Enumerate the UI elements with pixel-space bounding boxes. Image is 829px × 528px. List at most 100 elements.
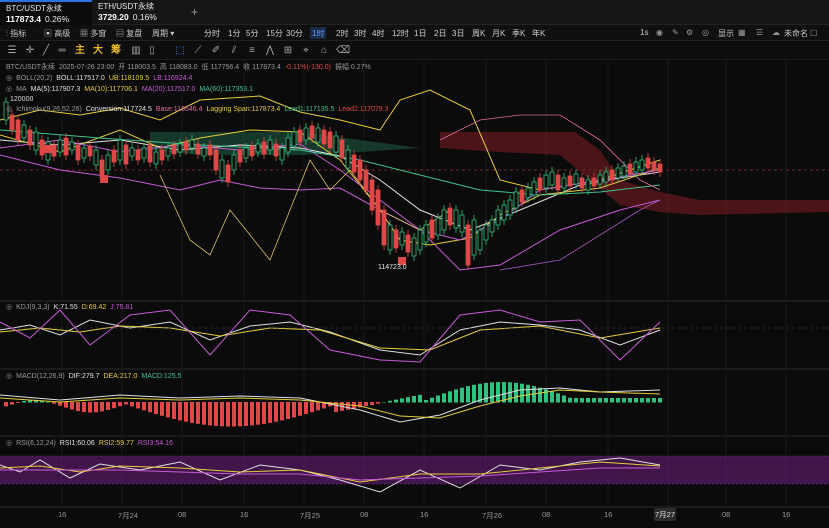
low-price-label: 114723.0 — [378, 264, 407, 271]
multi-window-button[interactable]: ▦ 多窗 — [80, 28, 106, 39]
macd-histogram-bar — [406, 397, 410, 403]
timeframe-1[interactable]: 1分 — [226, 27, 242, 39]
candle-body — [201, 147, 207, 157]
camera-icon[interactable]: ◉ — [656, 28, 663, 37]
candle-body — [57, 139, 63, 153]
candle-body — [51, 144, 57, 157]
rsi-legend: ◎ RSI(6,12,24) RSI1:60.06 RSI2:59.77 RSI3:54… — [6, 440, 173, 447]
candle-body — [381, 209, 387, 246]
timeframe-10[interactable]: 1日 — [412, 27, 428, 39]
fib-icon[interactable]: ≡ — [246, 45, 258, 57]
timeframe-7[interactable]: 3时 — [352, 27, 368, 39]
indicator-button[interactable]: ⫶ 指标 — [6, 28, 26, 39]
macd-histogram-bar — [652, 398, 656, 403]
candle-body — [429, 219, 435, 239]
line-icon[interactable]: ╱ — [40, 45, 52, 57]
timeframe-2[interactable]: 5分 — [244, 27, 260, 39]
macd-histogram-bar — [184, 402, 188, 422]
candle-body — [129, 147, 135, 157]
timeframe-3[interactable]: 15分 — [264, 27, 285, 39]
candle-body — [243, 147, 249, 159]
replay-button[interactable]: ▤ 复盘 — [116, 28, 142, 39]
cursor-icon[interactable]: ⬚ — [174, 45, 186, 57]
eye-icon: ◎ — [6, 304, 13, 311]
candle-body — [273, 143, 279, 157]
candle-icon[interactable]: ▯ — [146, 45, 158, 57]
period-button[interactable]: 周期 ▾ — [152, 28, 174, 39]
candle-body — [249, 145, 255, 157]
pattern-icon[interactable]: ⋀ — [264, 45, 276, 57]
macd-histogram-bar — [118, 402, 122, 407]
macd-histogram-bar — [304, 402, 308, 415]
timeframe-16[interactable]: 年K — [530, 27, 547, 39]
settings-icon[interactable]: ⚙ — [686, 28, 693, 37]
macd-histogram-bar — [238, 402, 242, 427]
candle-body — [561, 177, 567, 189]
timeframe-14[interactable]: 月K — [490, 27, 507, 39]
brush-icon[interactable]: ✐ — [210, 45, 222, 57]
candle-body — [123, 144, 129, 165]
bar-icon[interactable]: ▥ — [130, 45, 142, 57]
crosshair-icon[interactable]: ✛ — [24, 45, 36, 57]
candle-body — [69, 141, 75, 151]
macd-histogram-bar — [232, 402, 236, 427]
hline-icon[interactable]: ═ — [56, 45, 68, 57]
candle-body — [657, 163, 663, 173]
timeframe-5[interactable]: 1时 — [310, 27, 327, 39]
timeframe-0[interactable]: 分时 — [202, 27, 222, 39]
grid-icon[interactable]: ▦ — [738, 28, 746, 37]
display-button[interactable]: 显示 — [718, 28, 734, 39]
chip-tool[interactable]: 筹 — [110, 45, 122, 57]
big-tool[interactable]: 大 — [92, 45, 104, 57]
trash-icon[interactable]: ⌫ — [336, 45, 350, 57]
main-tool[interactable]: 主 — [74, 45, 86, 57]
ray-icon[interactable]: ⟋ — [192, 45, 204, 57]
kdj-legend: ◎ KDJ(9,3,3) K:71.55 D:69.42 J:75.81 — [6, 304, 134, 311]
tab-price: 117873.4 — [6, 14, 41, 24]
candle-body — [75, 144, 81, 161]
cloud-icon[interactable]: ☁ — [772, 28, 780, 37]
candle-body — [435, 217, 441, 236]
candle-body — [459, 214, 465, 233]
main-toolbar: ⫶ 指标 ▣ 高级 ▦ 多窗 ▤ 复盘 周期 ▾ 1s ◉ ✎ ⚙ ◎ 显示 ▦… — [0, 25, 829, 41]
timeframe-12[interactable]: 3日 — [450, 27, 466, 39]
list-icon[interactable]: ☰ — [756, 28, 763, 37]
tab-label: BTC/USDT永续 — [6, 4, 62, 13]
macd-histogram-bar — [610, 398, 614, 403]
macd-histogram-bar — [82, 402, 86, 413]
magnet-icon[interactable]: ⌂ — [318, 45, 330, 57]
layout-name[interactable]: 未命名 — [784, 28, 808, 39]
tab-btc[interactable]: BTC/USDT永续 117873.4 0.26% — [0, 0, 92, 25]
timeframe-15[interactable]: 季K — [510, 27, 527, 39]
timeframe-8[interactable]: 4时 — [370, 27, 386, 39]
timeframe-11[interactable]: 2日 — [432, 27, 448, 39]
macd-histogram-bar — [466, 386, 470, 403]
timeframe-4[interactable]: 30分 — [284, 27, 305, 39]
menu-icon[interactable]: ☰ — [6, 45, 18, 57]
macd-histogram-bar — [64, 402, 68, 408]
macd-histogram-bar — [550, 391, 554, 403]
tab-eth[interactable]: ETH/USDT永续 3729.20 0.16% — [92, 0, 184, 25]
candle-body — [585, 179, 591, 191]
timeframe-13[interactable]: 周K — [470, 27, 487, 39]
measure-icon[interactable]: ⊞ — [282, 45, 294, 57]
channel-icon[interactable]: ⫽ — [228, 45, 240, 57]
macd-histogram-bar — [598, 398, 602, 403]
advanced-button[interactable]: ▣ 高级 — [44, 28, 70, 39]
pen-icon[interactable]: ✎ — [672, 28, 679, 37]
macd-histogram-bar — [250, 402, 254, 426]
timeframe-6[interactable]: 2时 — [334, 27, 350, 39]
macd-histogram-bar — [580, 398, 584, 403]
candle-body — [93, 149, 99, 166]
candle-body — [501, 204, 507, 221]
macd-histogram-bar — [424, 400, 428, 403]
text-icon[interactable]: ⌖ — [300, 45, 312, 57]
add-tab-icon[interactable]: + — [191, 5, 198, 19]
price-chart[interactable] — [0, 60, 829, 528]
fullscreen-icon[interactable]: ▢ — [810, 28, 818, 37]
candle-body — [135, 149, 141, 161]
interval-label[interactable]: 1s — [640, 28, 648, 37]
candle-body — [165, 147, 171, 157]
eye-icon[interactable]: ◎ — [702, 28, 709, 37]
timeframe-9[interactable]: 12时 — [390, 27, 411, 39]
